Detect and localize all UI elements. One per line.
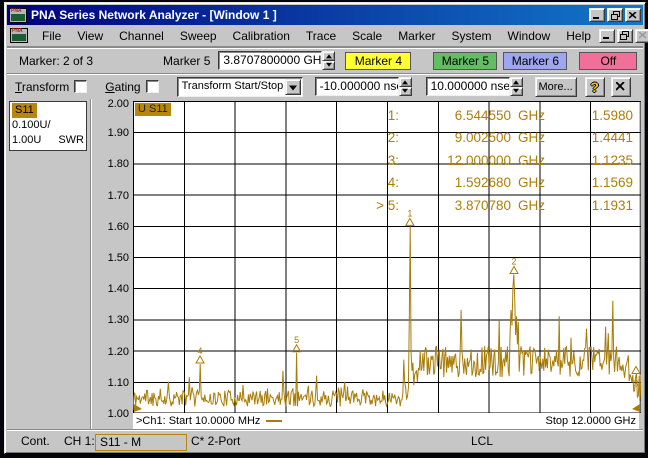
y-tick-label: 1.20 [108, 347, 129, 358]
marker-button-marker-5[interactable]: Marker 5 [433, 52, 497, 70]
spin-up-button[interactable] [510, 77, 523, 87]
trace-format: SWR [58, 133, 84, 148]
more-button[interactable]: More... [535, 77, 577, 97]
trace-plot[interactable]: 1 2 3 4 5 [133, 101, 641, 413]
svg-text:5: 5 [294, 335, 299, 345]
trace-legend-dash [266, 420, 282, 422]
y-tick-label: 1.90 [108, 128, 129, 139]
menu-scale[interactable]: Scale [344, 27, 390, 45]
spin-down-button[interactable] [322, 61, 335, 71]
y-tick-label: 1.70 [108, 191, 129, 202]
svg-text:2: 2 [511, 256, 516, 266]
marker-button-off[interactable]: Off [579, 52, 637, 70]
child-restore-button[interactable] [617, 29, 633, 43]
x-axis-start-label: >Ch1: Start 10.0000 MHz [136, 415, 260, 427]
spin-down-button[interactable] [399, 87, 412, 97]
window-title: PNA Series Network Analyzer - [Window 1 … [31, 8, 589, 22]
marker-button-marker-4[interactable]: Marker 4 [345, 52, 411, 70]
menu-window[interactable]: Window [500, 27, 559, 45]
menu-bar: PNA FileViewChannelSweepCalibrationTrace… [7, 25, 643, 47]
marker-value-spinner [322, 51, 335, 70]
x-axis-stop-label: Stop 12.0000 GHz [545, 415, 636, 427]
transform-stop-input[interactable]: 10.000000 nsec [426, 77, 510, 96]
y-tick-label: 1.00 [108, 409, 129, 420]
title-bar: PNA PNA Series Network Analyzer - [Windo… [7, 5, 643, 25]
start-spinner [399, 77, 412, 96]
channel-label: CH 1: [64, 434, 95, 448]
menu-channel[interactable]: Channel [111, 27, 172, 45]
toolbar-close-button[interactable] [611, 77, 631, 97]
trace-status-panel: S11 0.100U/ 1.00U SWR [7, 99, 91, 431]
spin-up-button[interactable] [322, 51, 335, 61]
svg-text:1: 1 [407, 208, 412, 218]
y-tick-label: 1.80 [108, 159, 129, 170]
y-tick-label: 1.50 [108, 253, 129, 264]
y-tick-label: 1.60 [108, 222, 129, 233]
y-tick-label: 2.00 [108, 99, 129, 110]
restore-button[interactable] [607, 8, 623, 22]
minimize-button[interactable] [589, 8, 605, 22]
menu-trace[interactable]: Trace [298, 27, 344, 45]
gating-checkbox[interactable] [146, 80, 159, 93]
control-status: LCL [471, 434, 493, 448]
marker-button-marker-6[interactable]: Marker 6 [503, 52, 567, 70]
menu-help[interactable]: Help [558, 27, 599, 45]
main-area: S11 0.100U/ 1.00U SWR 2.00 1.90 1.80 1.70 1.… [7, 99, 643, 431]
measurement-status: S11 - M [95, 434, 187, 451]
marker-toolbar: Marker: 2 of 3 Marker 5 3.8707800000 GHz… [7, 47, 643, 73]
marker-status: Marker: 2 of 3 [19, 54, 93, 68]
trace-label-badge: U S11 [135, 103, 171, 116]
menu-file[interactable]: File [34, 27, 69, 45]
chart-area: 12345 U S11 1:6.544550GHz1.59802:9.00250… [133, 101, 639, 429]
menu-calibration[interactable]: Calibration [225, 27, 298, 45]
app-window: PNA PNA Series Network Analyzer - [Windo… [4, 2, 646, 454]
pna-app-icon[interactable]: PNA [9, 8, 27, 23]
y-tick-label: 1.40 [108, 284, 129, 295]
child-close-button-disabled [635, 29, 648, 43]
y-tick-label: 1.30 [108, 315, 129, 326]
trace-reference: 1.00U [12, 133, 41, 148]
marker-buttons: Marker 4 Marker 5 Marker 6 Off [345, 52, 637, 70]
transform-mode-dropdown[interactable]: Transform Start/Stop [177, 77, 303, 97]
pna-child-icon[interactable]: PNA [10, 28, 28, 43]
y-tick-label: 1.10 [108, 378, 129, 389]
svg-text:3: 3 [633, 378, 638, 388]
menu-sweep[interactable]: Sweep [172, 27, 225, 45]
child-minimize-button[interactable] [599, 29, 615, 43]
y-axis-ticks: 2.00 1.90 1.80 1.70 1.60 1.50 1.40 1.30 1.20 1.10… [93, 99, 133, 431]
menu-system[interactable]: System [444, 27, 500, 45]
stop-spinner [510, 77, 523, 96]
x-axis-footer: >Ch1: Start 10.0000 MHz Stop 12.0000 GHz [133, 413, 639, 429]
acquisition-status: Cont. [21, 434, 50, 448]
help-button[interactable]: ? [585, 77, 605, 97]
spin-down-button[interactable] [510, 87, 523, 97]
menu-view[interactable]: View [69, 27, 111, 45]
calibration-status: C* 2-Port [191, 434, 240, 448]
trace-scale: 0.100U/ [12, 118, 84, 133]
marker-value-input[interactable]: 3.8707800000 GHz [218, 51, 322, 70]
marker-field-label: Marker 5 [163, 54, 210, 68]
gating-label: Gating [105, 80, 140, 94]
transform-start-input[interactable]: -10.000000 nsec [315, 77, 399, 96]
transform-label: Transform [15, 80, 69, 94]
transform-toolbar: Transform Gating Transform Start/Stop -1… [7, 73, 643, 99]
close-button[interactable] [625, 8, 641, 22]
menu-marker[interactable]: Marker [390, 27, 443, 45]
status-bar: Cont. CH 1: S11 - M C* 2-Port LCL [7, 429, 643, 451]
svg-text:4: 4 [198, 346, 203, 356]
menu-items: FileViewChannelSweepCalibrationTraceScal… [34, 27, 599, 45]
transform-checkbox[interactable] [74, 80, 87, 93]
spin-up-button[interactable] [399, 77, 412, 87]
chevron-down-icon[interactable] [285, 79, 301, 95]
trace-name-badge: S11 [12, 103, 37, 118]
trace-status-box[interactable]: S11 0.100U/ 1.00U SWR [9, 101, 87, 151]
